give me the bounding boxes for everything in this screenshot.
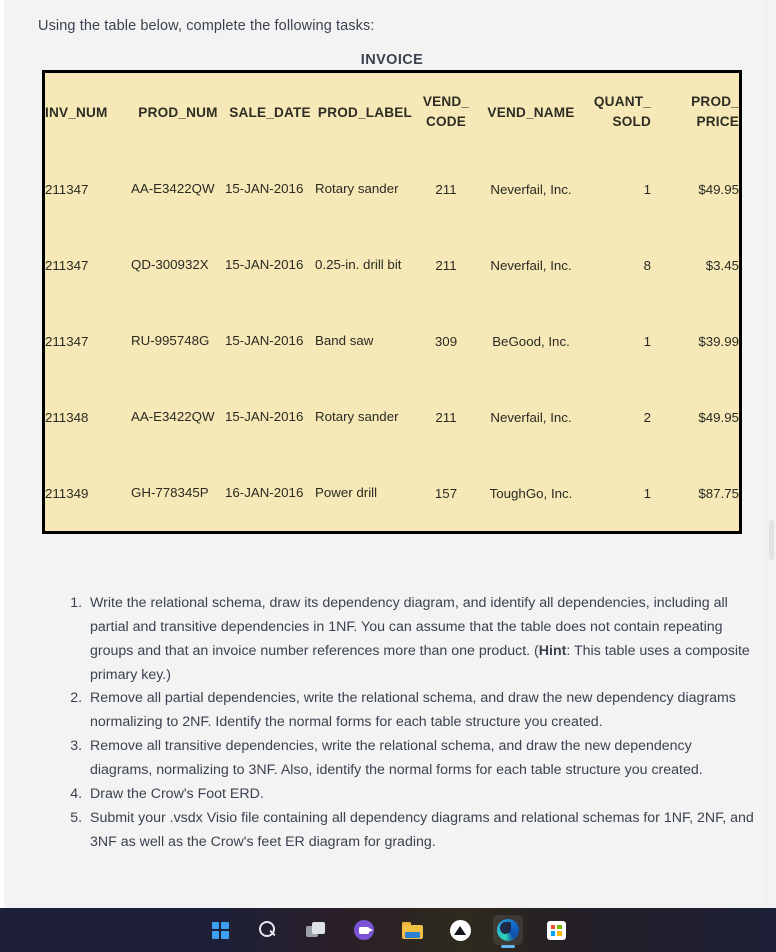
cell-prod-price: $39.99 <box>651 303 739 379</box>
task-list: Write the relational schema, draw its de… <box>64 592 754 854</box>
cell-vend-code: 211 <box>415 379 477 455</box>
file-explorer-button[interactable] <box>397 915 427 945</box>
cell-vend-name: Neverfail, Inc. <box>477 151 585 227</box>
cell-prod-num: RU-995748G <box>131 303 225 379</box>
cell-prod-label: Band saw <box>315 303 415 379</box>
task-view-button[interactable] <box>301 915 331 945</box>
table-row: 211348 AA-E3422QW 15-JAN-2016 Rotary sander… <box>45 379 739 455</box>
cell-quant-sold: 1 <box>585 303 651 379</box>
cell-sale-date: 15-JAN-2016 <box>225 227 315 303</box>
chat-icon <box>354 920 374 940</box>
scrollbar-thumb[interactable] <box>769 520 774 560</box>
cell-quant-sold: 1 <box>585 151 651 227</box>
vend-code-line2: CODE <box>425 114 467 129</box>
cell-prod-num: AA-E3422QW <box>131 151 225 227</box>
cell-prod-label: Rotary sander <box>315 379 415 455</box>
cell-vend-name: Neverfail, Inc. <box>477 227 585 303</box>
table-row: 211347 RU-995748G 15-JAN-2016 Band saw 309 Be… <box>45 303 739 379</box>
app-button[interactable] <box>445 915 475 945</box>
cell-prod-label: Power drill <box>315 455 415 531</box>
task-text: Submit your .vsdx Visio file containing … <box>90 809 754 850</box>
cell-quant-sold: 2 <box>585 379 651 455</box>
file-explorer-icon <box>401 921 423 939</box>
cell-quant-sold: 1 <box>585 455 651 531</box>
cell-quant-sold: 8 <box>585 227 651 303</box>
task-hint-label: Hint <box>538 642 567 659</box>
quant-sold-line2: SOLD <box>612 114 651 129</box>
cell-inv-num: 211347 <box>45 151 131 227</box>
column-header-prod-label: PROD_LABEL <box>315 73 415 151</box>
task-item: Write the relational schema, draw its de… <box>86 592 754 687</box>
search-button[interactable] <box>253 915 283 945</box>
search-icon <box>259 921 277 939</box>
column-header-vend-code: VEND_ CODE <box>415 73 477 151</box>
cell-prod-label: Rotary sander <box>315 151 415 227</box>
prod-price-line1: PROD_ <box>691 94 739 110</box>
cell-sale-date: 16-JAN-2016 <box>225 455 315 531</box>
cell-prod-num: QD-300932X <box>131 227 225 303</box>
task-item: Submit your .vsdx Visio file containing … <box>86 807 754 855</box>
windows-taskbar <box>0 908 776 952</box>
task-item: Remove all partial dependencies, write t… <box>86 687 754 735</box>
cell-sale-date: 15-JAN-2016 <box>225 303 315 379</box>
table-row: 211347 QD-300932X 15-JAN-2016 0.25-in. dril… <box>45 227 739 303</box>
intro-text: Using the table below, complete the foll… <box>38 18 375 34</box>
table-row: 211349 GH-778345P 16-JAN-2016 Power drill 15… <box>45 455 739 531</box>
task-text: Remove all transitive dependencies, writ… <box>90 738 703 779</box>
prod-price-line2: PRICE <box>696 114 739 129</box>
cell-prod-num: GH-778345P <box>131 455 225 531</box>
chat-button[interactable] <box>349 915 379 945</box>
vend-code-line1: VEND_ <box>422 94 470 110</box>
cell-inv-num: 211347 <box>45 227 131 303</box>
cell-prod-price: $3.45 <box>651 227 739 303</box>
cell-inv-num: 211349 <box>45 455 131 531</box>
column-header-sale-date: SALE_DATE <box>225 73 315 151</box>
cell-prod-price: $87.75 <box>651 455 739 531</box>
cell-vend-name: Neverfail, Inc. <box>477 379 585 455</box>
table-row: 211347 AA-E3422QW 15-JAN-2016 Rotary sander… <box>45 151 739 227</box>
cell-inv-num: 211347 <box>45 303 131 379</box>
quant-sold-line1: QUANT_ <box>593 94 651 110</box>
cell-vend-code: 211 <box>415 227 477 303</box>
start-icon <box>211 921 229 939</box>
cell-inv-num: 211348 <box>45 379 131 455</box>
page-scrollbar[interactable] <box>766 0 776 908</box>
document-page: Using the table below, complete the foll… <box>4 0 776 908</box>
cell-prod-price: $49.95 <box>651 379 739 455</box>
task-text: Remove all partial dependencies, write t… <box>90 690 736 731</box>
task-view-icon <box>306 922 326 938</box>
app-icon <box>449 919 471 941</box>
column-header-inv-num: INV_NUM <box>45 73 131 151</box>
cell-vend-name: ToughGo, Inc. <box>477 455 585 531</box>
invoice-title: INVOICE <box>360 52 424 68</box>
cell-vend-code: 211 <box>415 151 477 227</box>
table-header-row: INV_NUM PROD_NUM SALE_DATE PROD_LABEL VE… <box>45 73 739 151</box>
task-item: Draw the Crow's Foot ERD. <box>86 783 754 807</box>
task-item: Remove all transitive dependencies, writ… <box>86 735 754 783</box>
cell-vend-code: 157 <box>415 455 477 531</box>
cell-sale-date: 15-JAN-2016 <box>225 379 315 455</box>
column-header-prod-price: PROD_ PRICE <box>651 73 739 151</box>
cell-sale-date: 15-JAN-2016 <box>225 151 315 227</box>
invoice-table: INV_NUM PROD_NUM SALE_DATE PROD_LABEL VE… <box>42 70 742 534</box>
column-header-vend-name: VEND_NAME <box>477 73 585 151</box>
column-header-quant-sold: QUANT_ SOLD <box>585 73 651 151</box>
store-icon <box>546 920 566 940</box>
column-header-prod-num: PROD_NUM <box>131 73 225 151</box>
store-button[interactable] <box>541 915 571 945</box>
edge-icon <box>497 919 519 941</box>
task-text: Draw the Crow's Foot ERD. <box>90 785 264 802</box>
cell-vend-code: 309 <box>415 303 477 379</box>
cell-prod-price: $49.95 <box>651 151 739 227</box>
cell-prod-num: AA-E3422QW <box>131 379 225 455</box>
cell-vend-name: BeGood, Inc. <box>477 303 585 379</box>
cell-prod-label: 0.25-in. drill bit <box>315 227 415 303</box>
edge-button[interactable] <box>493 915 523 945</box>
start-button[interactable] <box>205 915 235 945</box>
